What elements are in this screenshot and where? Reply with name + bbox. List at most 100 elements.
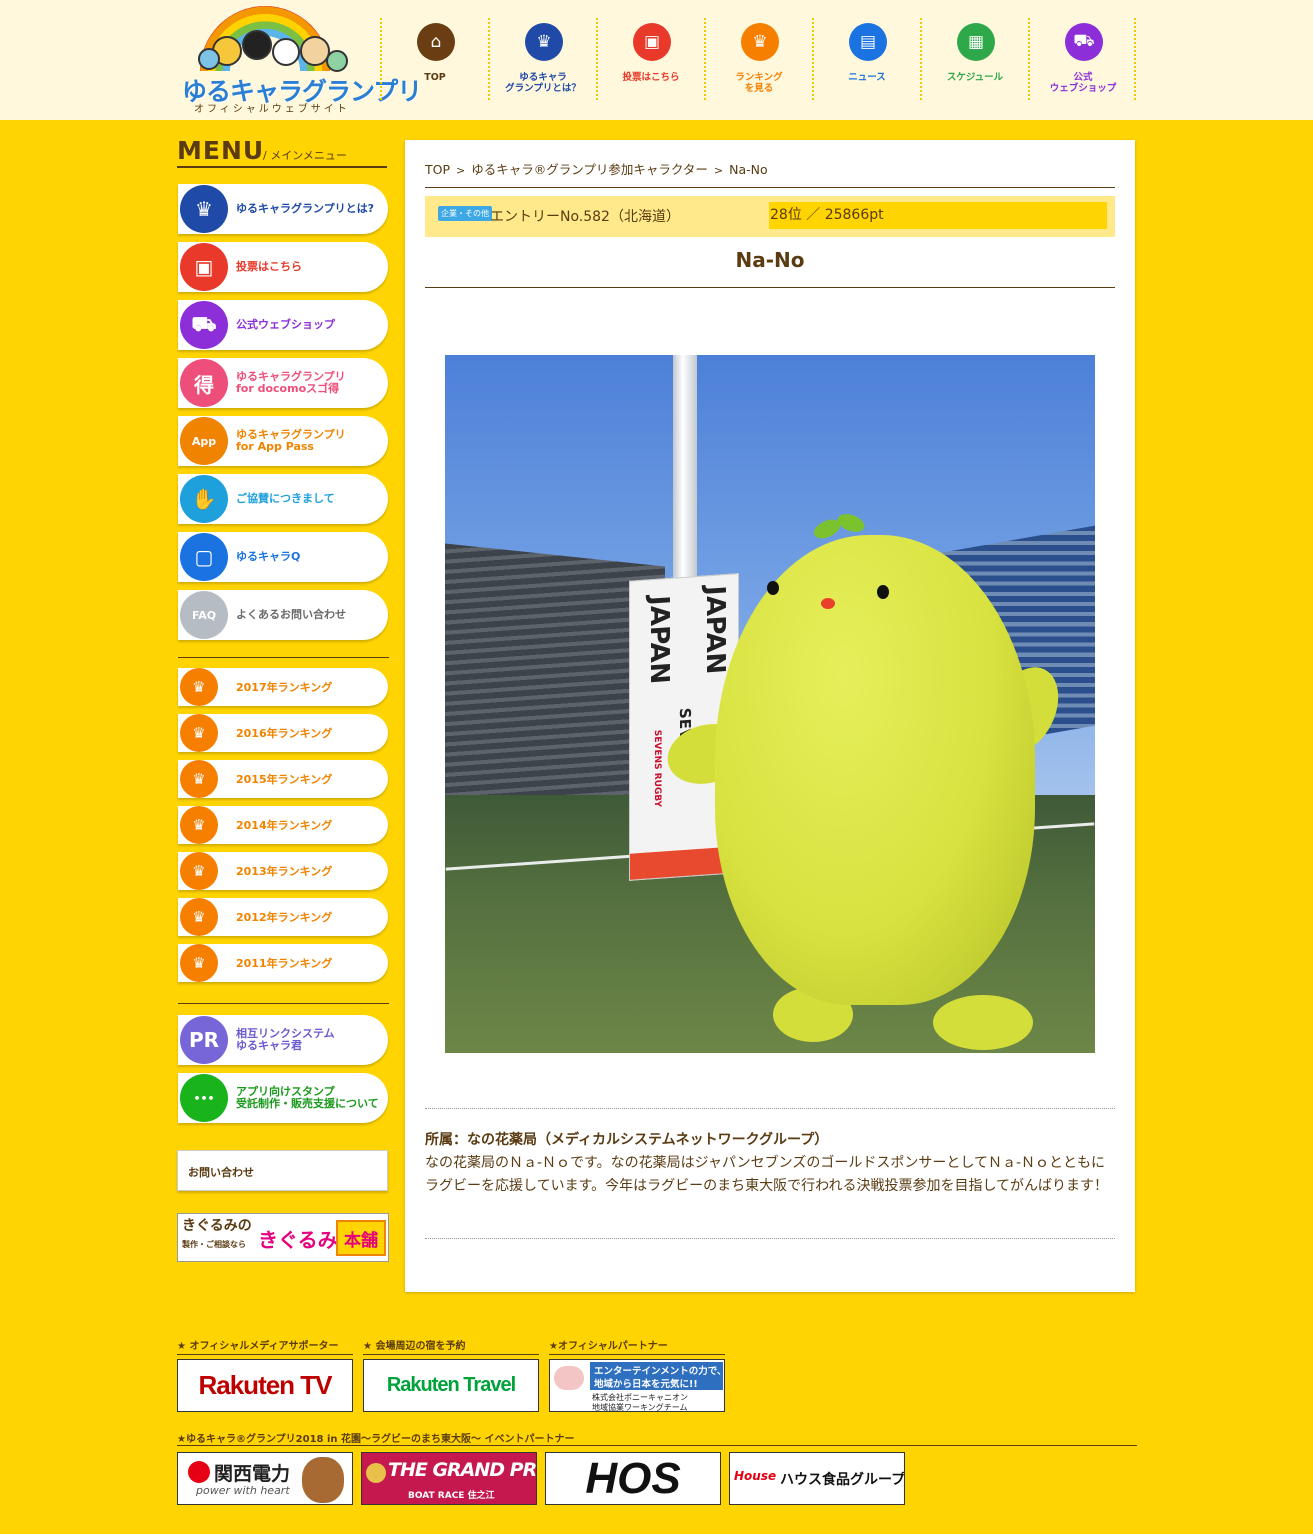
mascot-eye (877, 585, 889, 599)
nav-item-5[interactable]: ▦ スケジュール (920, 18, 1028, 100)
nav-item-label: ランキング を見る (735, 72, 783, 94)
sidebar-divider (178, 1003, 389, 1004)
mascot-foot-right (933, 995, 1033, 1050)
sidebar-item-label: ゆるキャラグランプリ for docomoスゴ得 (236, 370, 346, 395)
ranking-link-label: 2017年ランキング (236, 681, 333, 694)
mascot-beak (821, 598, 835, 609)
medal-icon (366, 1463, 386, 1483)
menu-heading-main: MENU (177, 136, 265, 165)
house-foods-text: ハウス食品グループ (780, 1472, 905, 1488)
house-foods-banner[interactable]: House ハウス食品グループ (729, 1452, 905, 1505)
sidebar-item-label: ゆるキャラグランプリ for App Pass (236, 428, 346, 453)
sidebar-item-2[interactable]: ⛟ 公式ウェブショップ (178, 300, 388, 350)
kepco-logo-icon (188, 1461, 210, 1483)
nav-item-2[interactable]: ▣ 投票はこちら (596, 18, 704, 100)
kigurumi-banner-line2: 製作・ご相談なら (182, 1240, 246, 1249)
hos-banner[interactable]: HOS (545, 1452, 721, 1505)
pad-text-3: JAPAN (700, 584, 730, 676)
sidebar-item-4[interactable]: App ゆるキャラグランプリ for App Pass (178, 416, 388, 466)
breadcrumb-current: Na-No (729, 162, 768, 177)
main-content: TOP > ゆるキャラ®グランプリ参加キャラクター > Na-No 企業・その他 エント… (405, 140, 1135, 1292)
category-tag: 企業・その他 (438, 206, 492, 221)
character-description: なの花薬局のＮａ-Ｎｏです。なの花薬局はジャパンセブンズのゴールドスポンサーとし… (425, 1155, 1109, 1194)
bear-mascot-icon (302, 1457, 344, 1503)
rakuten-travel-text: Rakuten Travel (386, 1374, 516, 1396)
official-partner-heading: ★オフィシャルパートナー (549, 1337, 725, 1355)
kigurumi-banner[interactable]: きぐるみの 製作・ご相談なら きぐるみ 本舗 (177, 1213, 389, 1262)
sidebar-divider (178, 657, 389, 658)
sidebar-extra-1[interactable]: ••• アプリ向けスタンプ 受託制作・販売支援について (178, 1073, 388, 1123)
ranking-link-6[interactable]: ♛ 2011年ランキング (178, 944, 388, 982)
divider (425, 1238, 1115, 1239)
crown-icon: ♛ (180, 668, 218, 706)
crown-icon: ♛ (180, 806, 218, 844)
sidebar-item-6[interactable]: ▢ ゆるキャラQ (178, 532, 388, 582)
affiliation: 所属：なの花薬局（メディカルシステムネットワークグループ） (425, 1132, 829, 1148)
nav-item-label: 公式 ウェブショップ (1049, 72, 1117, 94)
grand-prix-banner[interactable]: THE GRAND PRIX BOAT RACE 住之江 (361, 1452, 537, 1505)
rank-points: 28位 ／ 25866pt (769, 202, 1107, 229)
vote-icon: ▣ (633, 23, 671, 61)
nav-item-label: ニュース (848, 72, 886, 83)
site-logo[interactable]: ゆるキャラグランプリ オフィシャルウェブサイト (180, 6, 422, 115)
breadcrumb-top[interactable]: TOP (425, 162, 450, 177)
pony-canyon-banner[interactable]: エンターテインメントの力で、 地域から日本を元気に!! 株式会社ポニーキャニオン… (549, 1359, 725, 1412)
toku-icon: 得 (180, 359, 228, 407)
trophy-icon: ♛ (525, 23, 563, 61)
kigurumi-banner-honpo: 本舗 (336, 1220, 386, 1256)
sidebar-item-label: ご協賛につきまして (236, 492, 335, 505)
chevron-right-icon: > (713, 164, 724, 177)
vote-icon: ▣ (180, 243, 228, 291)
pr-icon: PR (180, 1016, 228, 1064)
crown-icon: ♛ (180, 760, 218, 798)
kansai-electric-text: 関西電力 (214, 1463, 291, 1485)
ranking-link-label: 2016年ランキング (236, 727, 333, 740)
kansai-electric-banner[interactable]: 関西電力 power with heart (177, 1452, 353, 1505)
ranking-link-3[interactable]: ♛ 2014年ランキング (178, 806, 388, 844)
nav-item-0[interactable]: ⌂ TOP (380, 18, 488, 100)
sidebar-item-1[interactable]: ▣ 投票はこちら (178, 242, 388, 292)
kansai-electric-slogan: power with heart (196, 1484, 290, 1497)
ranking-link-5[interactable]: ♛ 2012年ランキング (178, 898, 388, 936)
ranking-link-4[interactable]: ♛ 2013年ランキング (178, 852, 388, 890)
rakuten-travel-banner[interactable]: Rakuten Travel (363, 1359, 539, 1412)
ranking-link-2[interactable]: ♛ 2015年ランキング (178, 760, 388, 798)
mascot-eye (767, 581, 779, 595)
character-name: Na-No (735, 248, 805, 272)
pad-text-1: JAPAN (644, 594, 674, 686)
nav-item-label: スケジュール (946, 72, 1004, 83)
rakuten-tv-text: Rakuten TV (198, 1370, 332, 1400)
ranking-link-label: 2015年ランキング (236, 773, 333, 786)
sidebar-item-3[interactable]: 得ゆるキャラグランプリ for docomoスゴ得 (178, 358, 388, 408)
menu-heading: MENU / メインメニュー (177, 136, 387, 168)
sidebar-item-label: 公式ウェブショップ (236, 318, 335, 331)
chat-icon: ••• (180, 1074, 228, 1122)
hos-text: HOS (585, 1453, 681, 1503)
sidebar-item-0[interactable]: ♛ ゆるキャラグランプリとは? (178, 184, 388, 234)
sidebar-item-5[interactable]: ✋ ご協賛につきまして (178, 474, 388, 524)
pony-canyon-line2: 地域から日本を元気に!! (594, 1379, 698, 1390)
media-supporter-heading: ★ オフィシャルメディアサポーター (177, 1337, 353, 1355)
cart-icon: ⛟ (180, 301, 228, 349)
pony-canyon-line1: エンターテインメントの力で、 (594, 1366, 725, 1377)
ranking-link-0[interactable]: ♛ 2017年ランキング (178, 668, 388, 706)
divider (425, 1108, 1115, 1109)
ranking-link-label: 2012年ランキング (236, 911, 333, 924)
rakuten-tv-banner[interactable]: Rakuten TV (177, 1359, 353, 1412)
faq-icon: FAQ (180, 591, 228, 639)
nav-item-4[interactable]: ▤ ニュース (812, 18, 920, 100)
kigurumi-banner-brand: きぐるみ (258, 1228, 338, 1252)
sidebar-item-7[interactable]: FAQ よくあるお問い合わせ (178, 590, 388, 640)
nav-item-1[interactable]: ♛ ゆるキャラ グランプリとは？ (488, 18, 596, 100)
nav-item-3[interactable]: ♛ ランキング を見る (704, 18, 812, 100)
breadcrumb-characters[interactable]: ゆるキャラ®グランプリ参加キャラクター (471, 162, 708, 177)
crown-icon: ♛ (741, 23, 779, 61)
ranking-link-1[interactable]: ♛ 2016年ランキング (178, 714, 388, 752)
crown-icon: ♛ (180, 944, 218, 982)
sidebar-extra-0[interactable]: PR 相互リンクシステム ゆるキャラ君 (178, 1015, 388, 1065)
site-header: ゆるキャラグランプリ オフィシャルウェブサイト ⌂ TOP ♛ ゆるキャラ グランプリ… (0, 0, 1313, 120)
nav-item-6[interactable]: ⛟ 公式 ウェブショップ (1028, 18, 1136, 100)
cart-icon: ⛟ (1065, 23, 1103, 61)
contact-button[interactable]: お問い合わせ (177, 1150, 388, 1191)
chevron-right-icon: > (456, 164, 466, 177)
